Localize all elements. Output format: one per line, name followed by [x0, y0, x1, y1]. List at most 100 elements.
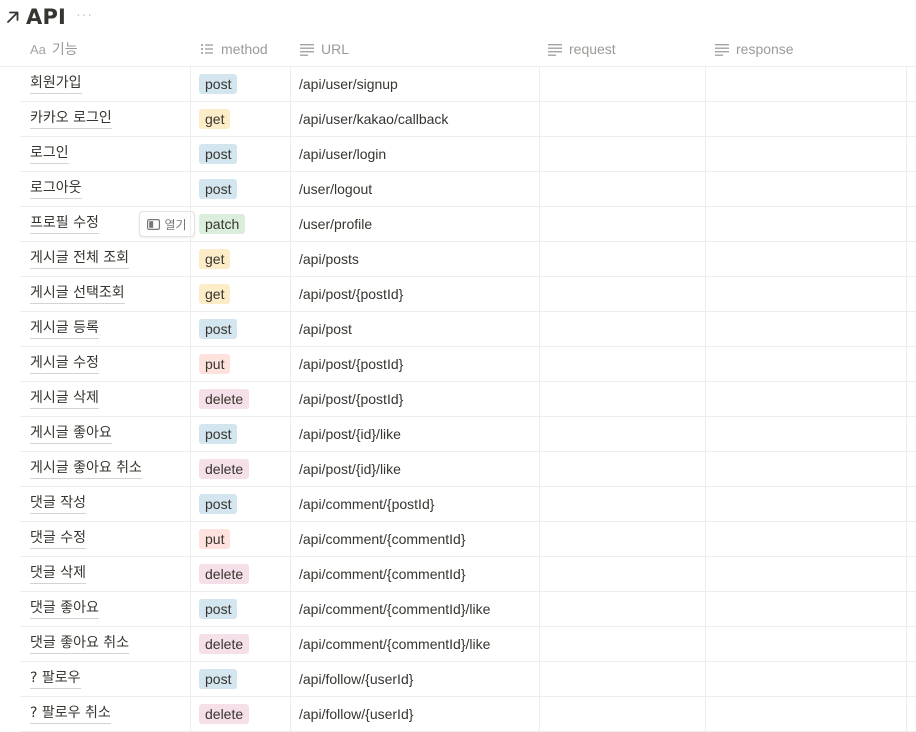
cell-url[interactable]: /api/post/{postId} — [290, 277, 548, 311]
cell-name[interactable]: 게시글 전체 조회 — [30, 242, 190, 276]
cell-name[interactable]: 프로필 수정 열기 — [30, 207, 195, 241]
row-title[interactable]: 로그아웃 — [30, 179, 82, 199]
cell-name[interactable]: 게시글 선택조회 — [30, 277, 190, 311]
cell-request[interactable] — [539, 487, 706, 521]
row-title[interactable]: 댓글 작성 — [30, 494, 86, 514]
cell-response[interactable] — [705, 592, 907, 626]
cell-method[interactable]: post — [190, 487, 299, 521]
row-title[interactable]: 댓글 좋아요 — [30, 599, 99, 619]
cell-method[interactable]: post — [190, 137, 299, 171]
cell-name[interactable]: 댓글 좋아요 취소 — [30, 627, 190, 661]
row-title[interactable]: 로그인 — [30, 144, 69, 164]
table-row[interactable]: 카카오 로그인 get/api/user/kakao/callback — [20, 102, 916, 137]
cell-method[interactable]: get — [190, 242, 299, 276]
cell-name[interactable]: 댓글 좋아요 — [30, 592, 190, 626]
row-title[interactable]: 프로필 수정 — [30, 214, 99, 234]
cell-response[interactable] — [705, 417, 907, 451]
cell-response[interactable] — [705, 207, 907, 241]
column-header-response[interactable]: response — [715, 32, 794, 66]
more-options-icon[interactable]: ··· — [76, 6, 93, 22]
open-page-button[interactable]: 열기 — [139, 211, 195, 237]
cell-method[interactable]: delete — [190, 627, 299, 661]
cell-url[interactable]: /api/post/{postId} — [290, 347, 548, 381]
table-row[interactable]: 댓글 삭제 delete/api/comment/{commentId} — [20, 557, 916, 592]
cell-url[interactable]: /api/comment/{commentId}/like — [290, 627, 548, 661]
cell-request[interactable] — [539, 522, 706, 556]
row-title[interactable]: 게시글 전체 조회 — [30, 249, 130, 269]
page-title[interactable]: API — [26, 5, 66, 29]
cell-request[interactable] — [539, 137, 706, 171]
cell-request[interactable] — [539, 67, 706, 101]
cell-name[interactable]: 회원가입 — [30, 67, 190, 101]
cell-method[interactable]: post — [190, 662, 299, 696]
cell-name[interactable]: 게시글 삭제 — [30, 382, 190, 416]
cell-name[interactable]: 게시글 등록 — [30, 312, 190, 346]
column-header-name[interactable]: Aa 기능 — [30, 32, 78, 66]
table-row[interactable]: ? 팔로우 post/api/follow/{userId} — [20, 662, 916, 697]
table-row[interactable]: 댓글 좋아요 post/api/comment/{commentId}/like — [20, 592, 916, 627]
cell-request[interactable] — [539, 347, 706, 381]
cell-name[interactable]: 카카오 로그인 — [30, 102, 190, 136]
cell-method[interactable]: post — [190, 417, 299, 451]
cell-request[interactable] — [539, 557, 706, 591]
table-row[interactable]: 댓글 좋아요 취소 delete/api/comment/{commentId}/… — [20, 627, 916, 662]
row-title[interactable]: 게시글 등록 — [30, 319, 99, 339]
cell-response[interactable] — [705, 242, 907, 276]
cell-response[interactable] — [705, 452, 907, 486]
row-title[interactable]: ? 팔로우 — [30, 669, 81, 689]
table-row[interactable]: 게시글 좋아요 post/api/post/{id}/like — [20, 417, 916, 452]
cell-request[interactable] — [539, 697, 706, 731]
cell-request[interactable] — [539, 627, 706, 661]
cell-method[interactable]: put — [190, 522, 299, 556]
row-title[interactable]: 게시글 선택조회 — [30, 284, 125, 304]
row-title[interactable]: 댓글 좋아요 취소 — [30, 634, 130, 654]
cell-response[interactable] — [705, 627, 907, 661]
cell-request[interactable] — [539, 382, 706, 416]
row-title[interactable]: 카카오 로그인 — [30, 109, 112, 129]
row-title[interactable]: 댓글 수정 — [30, 529, 86, 549]
cell-response[interactable] — [705, 172, 907, 206]
row-title[interactable]: 게시글 좋아요 — [30, 424, 112, 444]
table-row[interactable]: 게시글 삭제 delete/api/post/{postId} — [20, 382, 916, 417]
cell-response[interactable] — [705, 557, 907, 591]
cell-response[interactable] — [705, 522, 907, 556]
row-title[interactable]: 댓글 삭제 — [30, 564, 86, 584]
row-title[interactable]: 게시글 삭제 — [30, 389, 99, 409]
cell-method[interactable]: delete — [190, 452, 299, 486]
cell-url[interactable]: /api/user/kakao/callback — [290, 102, 548, 136]
cell-name[interactable]: ? 팔로우 취소 — [30, 697, 190, 731]
row-title[interactable]: 게시글 좋아요 취소 — [30, 459, 142, 479]
cell-request[interactable] — [539, 662, 706, 696]
cell-method[interactable]: delete — [190, 557, 299, 591]
cell-url[interactable]: /api/post/{postId} — [290, 382, 548, 416]
cell-method[interactable]: put — [190, 347, 299, 381]
cell-url[interactable]: /api/posts — [290, 242, 548, 276]
row-title[interactable]: 회원가입 — [30, 74, 82, 94]
cell-url[interactable]: /api/user/login — [290, 137, 548, 171]
cell-method[interactable]: patch — [190, 207, 299, 241]
table-row[interactable]: 로그아웃 post/user/logout — [20, 172, 916, 207]
table-row[interactable]: 프로필 수정 열기 patch/user/profile — [20, 207, 916, 242]
cell-name[interactable]: 게시글 수정 — [30, 347, 190, 381]
cell-url[interactable]: /api/user/signup — [290, 67, 548, 101]
cell-response[interactable] — [705, 487, 907, 521]
cell-request[interactable] — [539, 417, 706, 451]
cell-response[interactable] — [705, 277, 907, 311]
cell-name[interactable]: 게시글 좋아요 취소 — [30, 452, 190, 486]
table-row[interactable]: 게시글 수정 put/api/post/{postId} — [20, 347, 916, 382]
cell-name[interactable]: 로그아웃 — [30, 172, 190, 206]
cell-url[interactable]: /api/follow/{userId} — [290, 662, 548, 696]
cell-request[interactable] — [539, 102, 706, 136]
table-row[interactable]: 댓글 작성 post/api/comment/{postId} — [20, 487, 916, 522]
cell-request[interactable] — [539, 207, 706, 241]
cell-request[interactable] — [539, 452, 706, 486]
cell-name[interactable]: 게시글 좋아요 — [30, 417, 190, 451]
table-row[interactable]: 게시글 등록 post/api/post — [20, 312, 916, 347]
cell-name[interactable]: ? 팔로우 — [30, 662, 190, 696]
cell-name[interactable]: 댓글 수정 — [30, 522, 190, 556]
cell-request[interactable] — [539, 172, 706, 206]
table-row[interactable]: 게시글 좋아요 취소 delete/api/post/{id}/like — [20, 452, 916, 487]
table-row[interactable]: 댓글 수정 put/api/comment/{commentId} — [20, 522, 916, 557]
table-row[interactable]: 로그인 post/api/user/login — [20, 137, 916, 172]
table-row[interactable]: 게시글 선택조회 get/api/post/{postId} — [20, 277, 916, 312]
